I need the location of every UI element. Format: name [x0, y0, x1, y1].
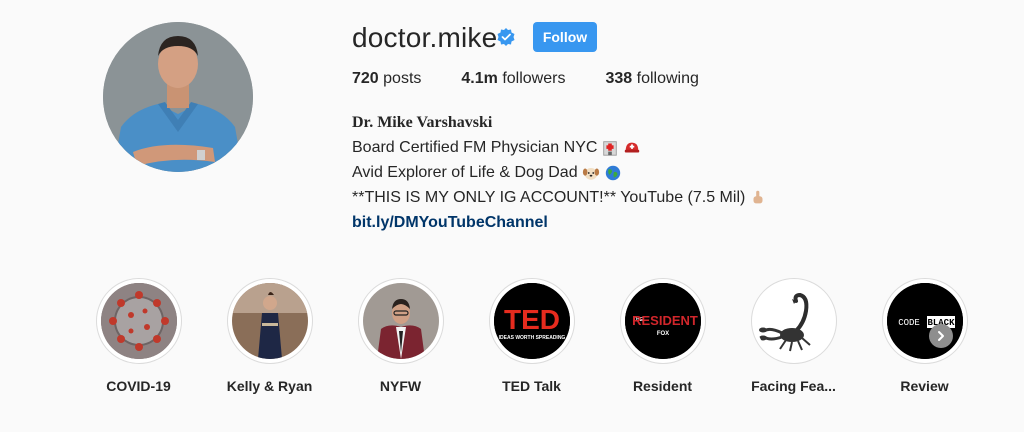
highlight-ted-talk[interactable]: TED IDEAS WORTH SPREADING TED Talk	[466, 278, 597, 394]
ted-logo-subtitle: IDEAS WORTH SPREADING	[498, 335, 565, 341]
profile-avatar[interactable]	[103, 22, 253, 172]
resident-logo-text: RESIDENT	[632, 313, 698, 328]
highlight-label: Resident	[632, 378, 693, 394]
profile-username: doctor.mike	[352, 22, 498, 53]
pointing-down-emoji-icon	[753, 190, 763, 203]
virus-icon	[100, 283, 177, 359]
posts-stat: 720 posts	[352, 70, 421, 88]
bio-line-3-text: **THIS IS MY ONLY IG ACCOUNT!** YouTube …	[352, 189, 746, 206]
highlight-ring[interactable]	[357, 278, 444, 364]
followers-count: 4.1m	[461, 70, 498, 87]
photo-icon	[362, 283, 439, 359]
highlight-ring[interactable]: CODE BLACK	[881, 278, 968, 364]
posts-label: posts	[383, 70, 422, 87]
ted-logo-text: TED	[504, 304, 560, 335]
profile-stats: 720 posts 4.1m followers 338 following	[352, 70, 739, 88]
follow-button[interactable]: Follow	[533, 22, 597, 52]
bio-line-1-text: Board Certified FM Physician NYC	[352, 139, 598, 156]
profile-full-name: Dr. Mike Varshavski	[352, 114, 493, 131]
highlights-next-button[interactable]	[929, 324, 953, 348]
highlight-ring[interactable]	[750, 278, 837, 364]
highlight-label: Kelly & Ryan	[226, 378, 313, 394]
highlight-kelly-ryan[interactable]: Kelly & Ryan	[204, 278, 335, 394]
highlight-label: Review	[900, 378, 949, 394]
highlight-ring[interactable]	[95, 278, 182, 364]
highlight-covid-19[interactable]: COVID-19	[73, 278, 204, 394]
bio-line-2-text: Avid Explorer of Life & Dog Dad	[352, 164, 578, 181]
bio-line-3: **THIS IS MY ONLY IG ACCOUNT!** YouTube …	[352, 185, 767, 210]
highlight-ring[interactable]	[226, 278, 313, 364]
highlight-review[interactable]: CODE BLACK Review	[859, 278, 990, 394]
globe-emoji-icon	[605, 165, 620, 180]
bio-link-line[interactable]: bit.ly/DMYouTubeChannel	[352, 210, 767, 235]
chevron-right-icon	[938, 331, 944, 341]
posts-count: 720	[352, 70, 379, 87]
code-black-logo-icon: CODE BLACK	[886, 283, 963, 359]
dog-face-emoji-icon	[582, 167, 599, 180]
highlight-label: COVID-19	[106, 378, 171, 394]
scorpion-icon	[755, 283, 832, 359]
following-count: 338	[605, 70, 633, 87]
bio-website-link[interactable]: bit.ly/DMYouTubeChannel	[352, 210, 548, 235]
bio-line-1: Board Certified FM Physician NYC	[352, 135, 767, 160]
rescue-helmet-emoji-icon	[625, 142, 640, 152]
highlight-ring[interactable]: THE RESIDENT FOX	[619, 278, 706, 364]
highlight-ring[interactable]: TED IDEAS WORTH SPREADING	[488, 278, 575, 364]
hospital-emoji-icon	[603, 140, 618, 156]
verified-badge-icon	[497, 28, 515, 46]
photo-icon	[231, 283, 308, 359]
highlight-nyfw[interactable]: NYFW	[335, 278, 466, 394]
highlight-label: TED Talk	[502, 378, 561, 394]
followers-stat[interactable]: 4.1m followers	[461, 70, 565, 88]
story-highlights: COVID-19 Kelly & Ryan NYFW TED IDEAS WOR…	[73, 278, 990, 394]
highlight-label: Facing Fea...	[751, 378, 836, 394]
code-black-logo-text: CODE	[898, 318, 920, 328]
highlight-facing-fears[interactable]: Facing Fea...	[728, 278, 859, 394]
following-stat[interactable]: 338 following	[605, 70, 698, 88]
resident-logo-icon: THE RESIDENT FOX	[624, 283, 701, 359]
resident-logo-sub: FOX	[656, 331, 668, 337]
ted-logo-icon: TED IDEAS WORTH SPREADING	[493, 283, 570, 359]
bio-line-2: Avid Explorer of Life & Dog Dad	[352, 160, 767, 185]
profile-bio: Dr. Mike Varshavski Board Certified FM P…	[352, 110, 767, 235]
followers-label: followers	[502, 70, 566, 87]
highlight-label: NYFW	[379, 378, 422, 394]
following-label: following	[636, 70, 699, 87]
highlight-resident[interactable]: THE RESIDENT FOX Resident	[597, 278, 728, 394]
